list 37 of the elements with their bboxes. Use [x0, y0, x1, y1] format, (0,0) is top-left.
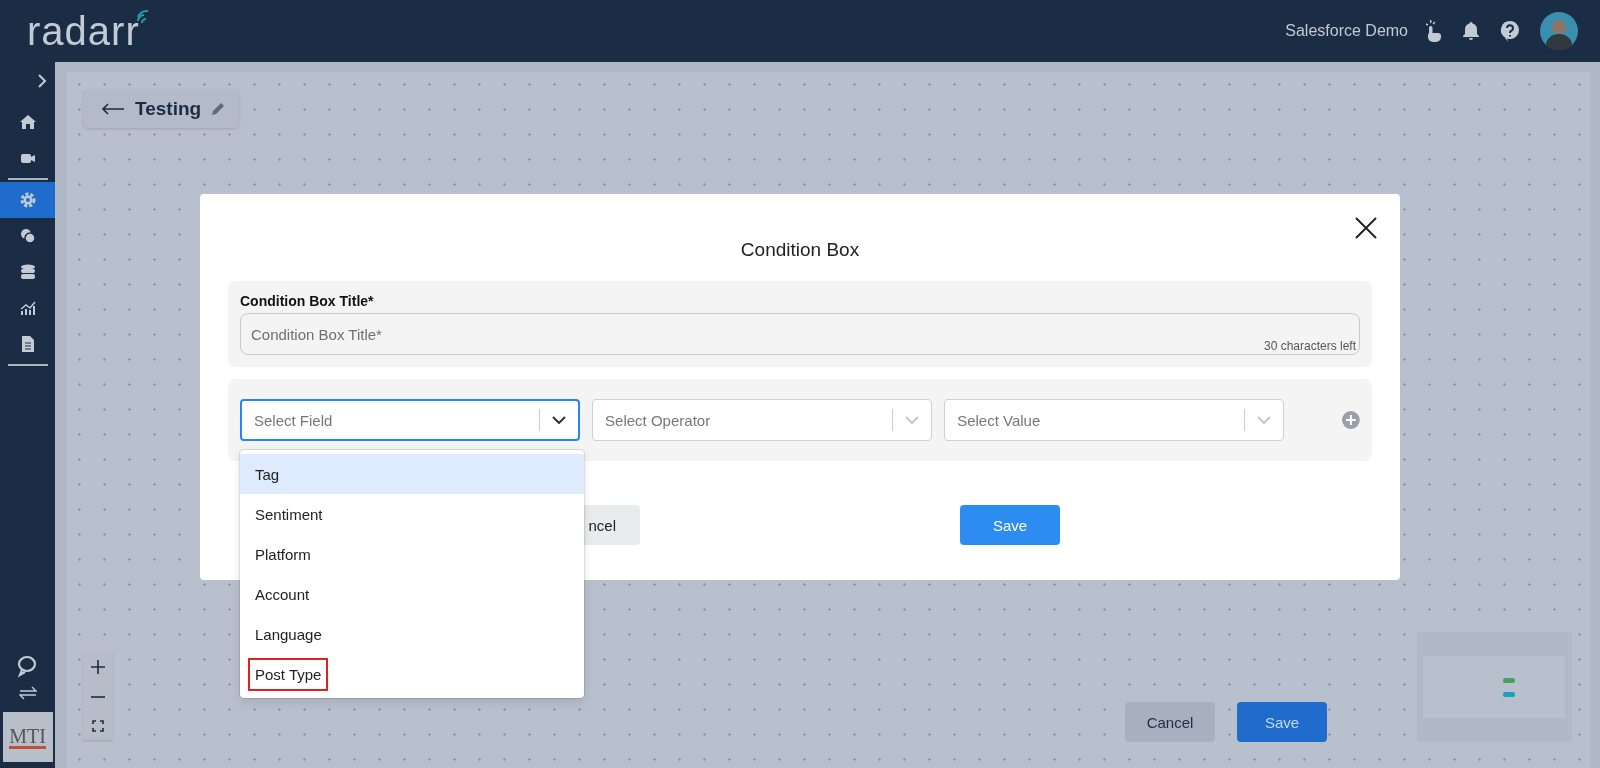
help-icon[interactable] — [1500, 20, 1520, 42]
zoom-in-icon[interactable] — [91, 660, 105, 674]
select-field[interactable]: Select Operator — [592, 399, 933, 441]
chart-icon — [18, 299, 37, 317]
account-name[interactable]: Salesforce Demo — [1285, 22, 1408, 40]
gear-icon — [18, 191, 37, 209]
canvas-button[interactable]: Save — [1237, 702, 1327, 742]
user-avatar[interactable] — [1540, 12, 1578, 50]
dropdown-option[interactable]: Account — [240, 574, 584, 614]
dropdown-option[interactable]: Language — [240, 614, 584, 654]
back-arrow-icon[interactable] — [101, 103, 125, 115]
pointer-hand-icon[interactable] — [1424, 20, 1442, 42]
app-logo: radarr — [27, 11, 140, 51]
pencil-icon[interactable] — [211, 102, 226, 116]
add-icon[interactable] — [1342, 411, 1360, 429]
swap-arrows-icon[interactable] — [18, 686, 37, 700]
chevron-down-icon — [1257, 416, 1272, 424]
flow-title: Testing — [135, 98, 202, 120]
notification-bell-icon[interactable] — [1462, 21, 1480, 41]
close-icon[interactable] — [1355, 217, 1377, 239]
dropdown-option[interactable]: Platform — [240, 534, 584, 574]
field-label: Condition Box Title* — [240, 293, 375, 309]
organization-logo: MTI — [2, 712, 53, 762]
dropdown-option[interactable]: Sentiment — [240, 494, 584, 534]
home-icon — [18, 113, 37, 131]
canvas-button[interactable]: Cancel — [1125, 702, 1215, 742]
database-icon — [18, 263, 37, 281]
dropdown-option[interactable]: Post Type — [240, 654, 584, 694]
chevron-down-icon — [905, 416, 920, 424]
select-field[interactable]: Select Field — [240, 399, 581, 441]
fit-view-icon[interactable] — [92, 720, 104, 732]
chevron-right-icon[interactable] — [37, 74, 47, 88]
dropdown-option[interactable]: Tag — [240, 454, 584, 494]
select-field[interactable]: Select Value — [944, 399, 1285, 441]
dialog-title: Condition Box — [739, 239, 861, 261]
character-counter: 30 characters left — [1263, 339, 1356, 353]
chevron-down-icon — [552, 416, 567, 424]
